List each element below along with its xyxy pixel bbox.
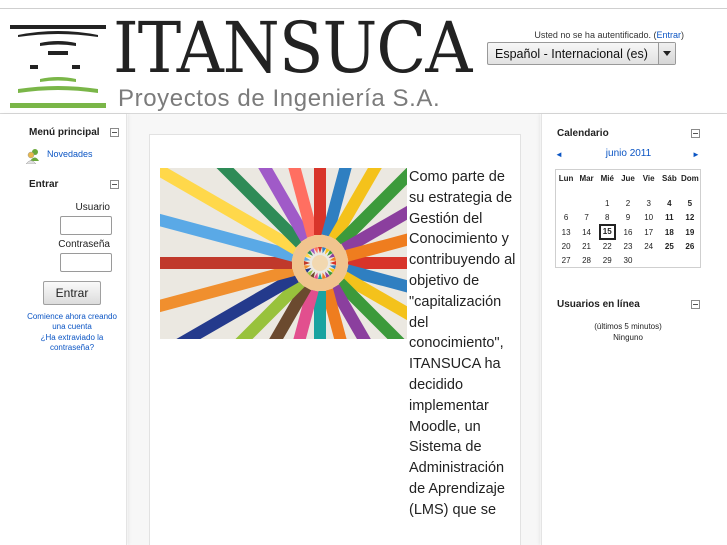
login-status: Usted no se ha autentificado. (Entrar): [534, 30, 684, 40]
calendar-day[interactable]: 5: [680, 197, 701, 211]
login-button[interactable]: Entrar: [43, 281, 101, 305]
calendar-day[interactable]: 14: [576, 224, 597, 240]
main-intro-text: Como parte de su estrategia de Gestión d…: [409, 169, 516, 518]
username-label: Usuario: [75, 202, 110, 213]
calendar-day[interactable]: 19: [680, 224, 701, 240]
calendar-day[interactable]: 13: [556, 224, 577, 240]
signup-link[interactable]: Comience ahora creando una cuenta: [22, 312, 122, 332]
online-users-title: Usuarios en línea: [557, 299, 640, 310]
calendar-day[interactable]: 29: [597, 254, 618, 268]
calendar-day[interactable]: 17: [638, 224, 659, 240]
calendar-day: [680, 254, 701, 268]
itansuca-logo-icon: [10, 25, 106, 108]
calendar-collapse-icon[interactable]: [691, 129, 700, 138]
calendar-day[interactable]: 8: [597, 210, 618, 224]
calendar-prev-icon[interactable]: ◄: [555, 150, 563, 159]
calendar-day-header: Mié: [600, 174, 614, 183]
colored-pencils-image: [160, 168, 407, 339]
password-label: Contraseña: [58, 239, 110, 250]
calendar-day[interactable]: 28: [576, 254, 597, 268]
main-menu-collapse-icon[interactable]: [110, 128, 119, 137]
online-users-subtitle: (últimos 5 minutos): [594, 322, 662, 331]
calendar-day[interactable]: 7: [576, 210, 597, 224]
calendar-day[interactable]: 27: [556, 254, 577, 268]
calendar-day-header: Sáb: [662, 174, 677, 183]
password-input[interactable]: [60, 253, 112, 272]
calendar-day: [638, 254, 659, 268]
calendar-grid: Lun Mar Mié Jue Vie Sáb Dom 1 2 3 4 5 6 7 8 9 10 11 12 13 1…: [555, 169, 701, 269]
calendar-day-header: Vie: [642, 174, 655, 183]
calendar-day: [576, 197, 597, 211]
logo-subtitle: Proyectos de Ingeniería S.A.: [118, 85, 441, 112]
forum-users-icon: [26, 149, 39, 164]
header-login-link[interactable]: Entrar: [656, 30, 681, 40]
calendar-day[interactable]: 3: [638, 197, 659, 211]
calendar-day[interactable]: 25: [659, 240, 680, 254]
calendar-day[interactable]: 15: [597, 224, 618, 241]
forgot-password-link[interactable]: ¿Ha extraviado la contraseña?: [28, 333, 116, 353]
calendar-day[interactable]: 26: [680, 240, 701, 254]
calendar-next-icon[interactable]: ►: [692, 150, 700, 159]
online-users-info: (últimos 5 minutos) Ninguno: [555, 321, 701, 343]
calendar-today[interactable]: 15: [598, 224, 616, 241]
calendar-day[interactable]: 4: [659, 197, 680, 211]
online-users-collapse-icon[interactable]: [691, 300, 700, 309]
page-header: ITANSUCA Proyectos de Ingeniería S.A. Us…: [0, 9, 727, 113]
language-select-value: Español - Internacional (es): [495, 47, 648, 61]
language-select[interactable]: Español - Internacional (es): [487, 42, 676, 65]
main-menu-title: Menú principal: [29, 127, 100, 138]
calendar-day[interactable]: 23: [618, 240, 639, 254]
calendar-day[interactable]: 1: [597, 197, 618, 211]
calendar-day[interactable]: 24: [638, 240, 659, 254]
calendar-day[interactable]: 2: [618, 197, 639, 211]
calendar-day-header: Mar: [579, 174, 594, 183]
calendar-day[interactable]: 30: [618, 254, 639, 268]
calendar-day[interactable]: 22: [597, 240, 618, 254]
left-column: Menú principal Novedades Entrar Usuario …: [0, 114, 127, 545]
news-forum-link[interactable]: Novedades: [47, 149, 93, 159]
calendar-day[interactable]: 12: [680, 210, 701, 224]
calendar-day[interactable]: 21: [576, 240, 597, 254]
calendar-title: Calendario: [557, 128, 609, 139]
chevron-down-icon[interactable]: [658, 43, 675, 64]
login-status-text: Usted no se ha autentificado. (: [534, 30, 657, 40]
login-block-collapse-icon[interactable]: [110, 180, 119, 189]
calendar-day: [556, 197, 577, 211]
calendar-month[interactable]: junio 2011: [556, 148, 701, 159]
online-users-none: Ninguno: [613, 333, 643, 342]
calendar-day-header: Jue: [621, 174, 635, 183]
calendar-day: [659, 254, 680, 268]
calendar-day-header: Dom: [680, 174, 699, 183]
calendar-day[interactable]: 9: [618, 210, 639, 224]
calendar-day-header: Lun: [558, 174, 574, 183]
calendar-day[interactable]: 18: [659, 224, 680, 240]
calendar-day[interactable]: 20: [556, 240, 577, 254]
login-status-end: ): [681, 30, 684, 40]
calendar-day[interactable]: 16: [618, 224, 639, 240]
logo-title: ITANSUCA: [113, 7, 472, 89]
login-block-title: Entrar: [29, 179, 59, 190]
calendar-day[interactable]: 6: [556, 210, 577, 224]
calendar-day[interactable]: 10: [638, 210, 659, 224]
username-input[interactable]: [60, 216, 112, 235]
calendar-day[interactable]: 11: [659, 210, 680, 224]
